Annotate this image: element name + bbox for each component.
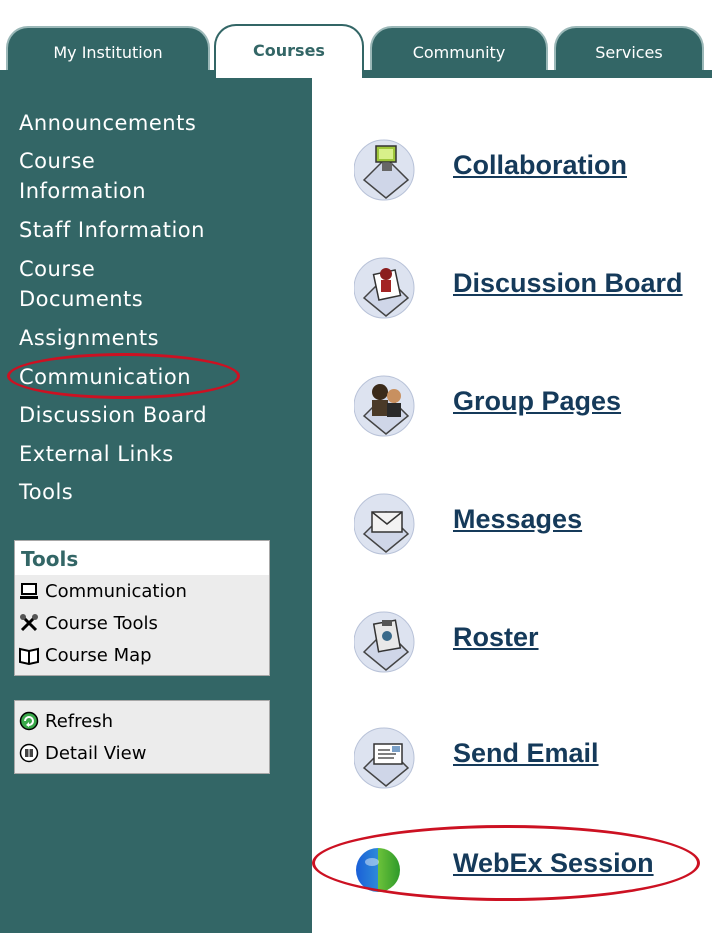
tools-item-course-map[interactable]: Course Map	[15, 639, 269, 671]
highlight-oval	[7, 353, 240, 399]
discussion-board-icon	[354, 257, 415, 319]
map-book-icon	[19, 645, 39, 666]
sidebar-item-discussion-board[interactable]: Discussion Board	[19, 400, 207, 430]
sidebar-item-assignments[interactable]: Assignments	[19, 323, 159, 353]
tools-item-communication[interactable]: Communication	[15, 575, 269, 607]
tab-services[interactable]: Services	[554, 26, 704, 74]
refresh-label: Refresh	[45, 710, 113, 732]
communication-item-collaboration[interactable]: Collaboration	[354, 136, 712, 206]
view-panel: Refresh Detail View	[14, 700, 270, 774]
group-pages-link[interactable]: Group Pages	[453, 386, 621, 417]
messages-link[interactable]: Messages	[453, 504, 582, 535]
top-tab-bar: My Institution Courses Community Service…	[0, 0, 712, 78]
roster-icon	[354, 611, 415, 673]
sidebar-item-staff-information[interactable]: Staff Information	[19, 215, 205, 245]
tools-icon	[19, 613, 39, 633]
refresh-link[interactable]: Refresh	[15, 705, 269, 737]
collaboration-link[interactable]: Collaboration	[453, 150, 627, 181]
sidebar-item-course-information-line2[interactable]: Information	[19, 176, 146, 206]
send-email-link[interactable]: Send Email	[453, 738, 599, 769]
refresh-icon	[19, 711, 39, 731]
tools-panel: Tools Communication Course Tools Course …	[14, 540, 270, 676]
sidebar-item-course-documents-line2[interactable]: Documents	[19, 284, 143, 314]
sidebar-item-course-documents-line1[interactable]: Course	[19, 254, 95, 284]
tab-label: Courses	[253, 41, 325, 60]
tools-item-course-tools[interactable]: Course Tools	[15, 607, 269, 639]
tools-item-label: Course Tools	[45, 612, 158, 634]
send-email-icon	[354, 727, 415, 789]
roster-link[interactable]: Roster	[453, 622, 539, 653]
sidebar-item-external-links[interactable]: External Links	[19, 439, 174, 469]
computer-icon	[19, 581, 39, 601]
tab-courses[interactable]: Courses	[214, 24, 364, 78]
group-pages-icon	[354, 375, 415, 437]
tab-community[interactable]: Community	[370, 26, 548, 74]
sidebar-item-tools[interactable]: Tools	[19, 477, 73, 507]
sidebar-item-course-information-line1[interactable]: Course	[19, 146, 95, 176]
detail-view-label: Detail View	[45, 742, 147, 764]
tools-panel-title: Tools	[15, 541, 269, 575]
communication-item-send-email[interactable]: Send Email	[354, 724, 712, 794]
collaboration-icon	[354, 139, 415, 201]
discussion-board-link[interactable]: Discussion Board	[453, 268, 683, 299]
detail-view-link[interactable]: Detail View	[15, 737, 269, 769]
sidebar-item-announcements[interactable]: Announcements	[19, 108, 196, 138]
highlight-oval	[312, 825, 700, 901]
communication-item-messages[interactable]: Messages	[354, 490, 712, 560]
detail-view-icon	[19, 743, 39, 763]
tab-my-institution[interactable]: My Institution	[6, 26, 210, 74]
communication-item-discussion-board[interactable]: Discussion Board	[354, 254, 712, 324]
communication-item-roster[interactable]: Roster	[354, 608, 712, 678]
communication-item-group-pages[interactable]: Group Pages	[354, 372, 712, 442]
messages-icon	[354, 493, 415, 555]
tools-item-label: Communication	[45, 580, 187, 602]
tools-item-label: Course Map	[45, 644, 152, 666]
